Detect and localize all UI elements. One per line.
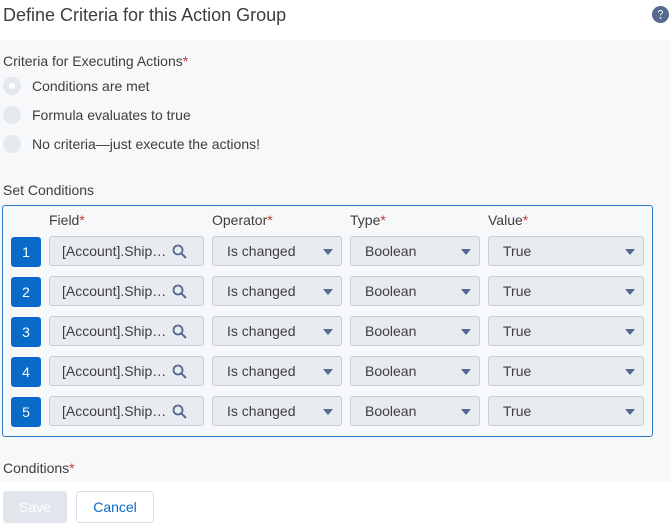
field-picker-input[interactable]: [Account].Ship… bbox=[49, 316, 204, 346]
operator-select[interactable]: Is changed bbox=[212, 396, 342, 426]
operator-select[interactable]: Is changed bbox=[212, 356, 342, 386]
radio-button-selected[interactable] bbox=[3, 77, 21, 95]
value-select[interactable]: True bbox=[488, 236, 644, 266]
save-button[interactable]: Save bbox=[3, 491, 67, 523]
radio-label: No criteria—just execute the actions! bbox=[32, 136, 260, 152]
question-circle-icon[interactable] bbox=[652, 6, 669, 23]
row-number: 3 bbox=[11, 317, 41, 347]
row-number: 2 bbox=[11, 277, 41, 307]
radio-formula-true[interactable]: Formula evaluates to true bbox=[3, 105, 191, 125]
dialog-header: Define Criteria for this Action Group bbox=[0, 0, 671, 40]
operator-select[interactable]: Is changed bbox=[212, 276, 342, 306]
row-number: 5 bbox=[11, 397, 41, 427]
dialog-footer: Save Cancel bbox=[0, 482, 671, 531]
radio-no-criteria[interactable]: No criteria—just execute the actions! bbox=[3, 134, 260, 154]
chevron-down-icon bbox=[625, 369, 635, 375]
chevron-down-icon bbox=[323, 249, 333, 255]
row-number: 4 bbox=[11, 357, 41, 387]
chevron-down-icon bbox=[625, 329, 635, 335]
radio-conditions-met[interactable]: Conditions are met bbox=[3, 76, 150, 96]
row-number: 1 bbox=[11, 237, 41, 267]
type-select[interactable]: Boolean bbox=[350, 236, 480, 266]
type-select[interactable]: Boolean bbox=[350, 396, 480, 426]
chevron-down-icon bbox=[461, 249, 471, 255]
chevron-down-icon bbox=[323, 289, 333, 295]
criteria-label: Criteria for Executing Actions* bbox=[3, 53, 189, 69]
column-header-operator: Operator* bbox=[212, 212, 273, 228]
radio-button[interactable] bbox=[3, 135, 21, 153]
type-select[interactable]: Boolean bbox=[350, 356, 480, 386]
value-select[interactable]: True bbox=[488, 356, 644, 386]
value-select[interactable]: True bbox=[488, 276, 644, 306]
dialog-title: Define Criteria for this Action Group bbox=[3, 5, 287, 25]
search-icon[interactable] bbox=[172, 244, 187, 259]
search-icon[interactable] bbox=[172, 324, 187, 339]
conditions-label: Conditions* bbox=[3, 460, 75, 476]
type-select[interactable]: Boolean bbox=[350, 316, 480, 346]
chevron-down-icon bbox=[461, 289, 471, 295]
search-icon[interactable] bbox=[172, 364, 187, 379]
chevron-down-icon bbox=[461, 369, 471, 375]
set-conditions-label: Set Conditions bbox=[3, 182, 95, 198]
field-picker-input[interactable]: [Account].Ship… bbox=[49, 236, 204, 266]
chevron-down-icon bbox=[323, 409, 333, 415]
search-icon[interactable] bbox=[172, 284, 187, 299]
value-select[interactable]: True bbox=[488, 316, 644, 346]
value-select[interactable]: True bbox=[488, 396, 644, 426]
field-picker-input[interactable]: [Account].Ship… bbox=[49, 356, 204, 386]
operator-select[interactable]: Is changed bbox=[212, 236, 342, 266]
cancel-button[interactable]: Cancel bbox=[76, 491, 154, 523]
column-header-type: Type* bbox=[350, 212, 386, 228]
chevron-down-icon bbox=[461, 329, 471, 335]
chevron-down-icon bbox=[625, 409, 635, 415]
type-select[interactable]: Boolean bbox=[350, 276, 480, 306]
column-header-value: Value* bbox=[488, 212, 529, 228]
search-icon[interactable] bbox=[172, 404, 187, 419]
chevron-down-icon bbox=[625, 289, 635, 295]
radio-label: Formula evaluates to true bbox=[32, 107, 191, 123]
radio-button[interactable] bbox=[3, 106, 21, 124]
field-picker-input[interactable]: [Account].Ship… bbox=[49, 396, 204, 426]
chevron-down-icon bbox=[323, 329, 333, 335]
field-picker-input[interactable]: [Account].Ship… bbox=[49, 276, 204, 306]
radio-label: Conditions are met bbox=[32, 78, 150, 94]
operator-select[interactable]: Is changed bbox=[212, 316, 342, 346]
column-header-field: Field* bbox=[49, 212, 85, 228]
chevron-down-icon bbox=[461, 409, 471, 415]
chevron-down-icon bbox=[625, 249, 635, 255]
chevron-down-icon bbox=[323, 369, 333, 375]
